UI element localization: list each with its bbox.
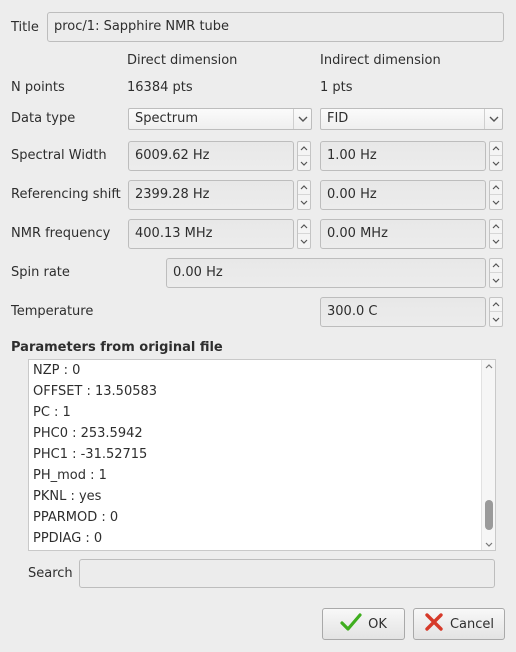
nmr-frequency-direct-input[interactable]: 400.13 MHz — [128, 219, 294, 249]
temperature-spinner[interactable] — [489, 297, 503, 327]
spin-down-icon[interactable] — [298, 156, 310, 170]
nmr-frequency-indirect-input[interactable]: 0.00 MHz — [320, 219, 486, 249]
temperature-input[interactable]: 300.0 C — [320, 297, 486, 327]
parameters-scrollbar[interactable] — [481, 360, 495, 550]
spin-up-icon[interactable] — [490, 181, 502, 195]
spin-up-icon[interactable] — [490, 142, 502, 156]
search-input[interactable] — [79, 559, 495, 588]
datatype-direct-select[interactable]: Spectrum — [128, 108, 312, 130]
ok-button[interactable]: OK — [322, 608, 405, 640]
spectral-width-direct-spinner[interactable] — [297, 141, 311, 171]
search-label: Search — [28, 566, 73, 581]
spin-up-icon[interactable] — [298, 181, 310, 195]
cancel-button-label: Cancel — [449, 616, 495, 632]
spin-up-icon[interactable] — [490, 220, 502, 234]
npoints-direct-value: 16384 pts — [127, 80, 193, 95]
npoints-indirect-value: 1 pts — [320, 80, 353, 95]
cross-icon — [424, 612, 444, 636]
spin-down-icon[interactable] — [298, 234, 310, 248]
check-icon — [340, 612, 362, 636]
spin-down-icon[interactable] — [490, 312, 502, 326]
list-item[interactable]: PHC0 : 253.5942 — [29, 423, 495, 444]
chevron-down-icon[interactable] — [484, 109, 502, 129]
parameters-list-items: NZP : 0 OFFSET : 13.50583 PC : 1 PHC0 : … — [29, 360, 495, 549]
referencing-shift-indirect-spinner[interactable] — [489, 180, 503, 210]
title-label: Title — [11, 20, 39, 35]
datatype-label: Data type — [11, 111, 76, 126]
spectral-width-indirect-input[interactable]: 1.00 Hz — [320, 141, 486, 171]
list-item[interactable]: PKNL : yes — [29, 486, 495, 507]
scroll-down-icon[interactable] — [482, 538, 495, 550]
scroll-up-icon[interactable] — [482, 360, 495, 372]
spin-up-icon[interactable] — [298, 142, 310, 156]
temperature-label: Temperature — [11, 304, 94, 319]
npoints-label: N points — [11, 80, 65, 95]
nmr-frequency-label: NMR frequency — [11, 226, 111, 241]
spin-down-icon[interactable] — [490, 273, 502, 287]
cancel-button[interactable]: Cancel — [413, 608, 505, 640]
spin-down-icon[interactable] — [490, 195, 502, 209]
direct-dimension-header: Direct dimension — [127, 53, 238, 68]
datatype-indirect-select[interactable]: FID — [320, 108, 503, 130]
referencing-shift-indirect-input[interactable]: 0.00 Hz — [320, 180, 486, 210]
spectral-width-indirect-spinner[interactable] — [489, 141, 503, 171]
list-item[interactable]: NZP : 0 — [29, 360, 495, 381]
ok-button-label: OK — [368, 616, 387, 632]
nmr-frequency-indirect-spinner[interactable] — [489, 219, 503, 249]
spin-down-icon[interactable] — [298, 195, 310, 209]
title-input[interactable]: proc/1: Sapphire NMR tube — [47, 12, 504, 42]
list-item[interactable]: PC : 1 — [29, 402, 495, 423]
nmr-frequency-direct-spinner[interactable] — [297, 219, 311, 249]
spin-up-icon[interactable] — [490, 259, 502, 273]
list-item[interactable]: PPARMOD : 0 — [29, 507, 495, 528]
spin-rate-spinner[interactable] — [489, 258, 503, 288]
datatype-direct-value: Spectrum — [135, 111, 198, 126]
list-item[interactable]: PH_mod : 1 — [29, 465, 495, 486]
parameters-heading: Parameters from original file — [11, 340, 223, 355]
chevron-down-icon[interactable] — [293, 109, 311, 129]
spectral-width-direct-input[interactable]: 6009.62 Hz — [128, 141, 294, 171]
referencing-shift-label: Referencing shift — [11, 187, 121, 202]
scroll-thumb[interactable] — [485, 500, 493, 530]
list-item[interactable]: OFFSET : 13.50583 — [29, 381, 495, 402]
spin-down-icon[interactable] — [490, 156, 502, 170]
datatype-indirect-value: FID — [327, 111, 349, 126]
parameters-list[interactable]: NZP : 0 OFFSET : 13.50583 PC : 1 PHC0 : … — [28, 359, 496, 551]
spectral-width-label: Spectral Width — [11, 148, 107, 163]
spin-rate-label: Spin rate — [11, 265, 70, 280]
indirect-dimension-header: Indirect dimension — [320, 53, 441, 68]
spin-up-icon[interactable] — [298, 220, 310, 234]
spin-down-icon[interactable] — [490, 234, 502, 248]
list-item[interactable]: PPDIAG : 0 — [29, 528, 495, 549]
list-item[interactable]: PHC1 : -31.52715 — [29, 444, 495, 465]
referencing-shift-direct-input[interactable]: 2399.28 Hz — [128, 180, 294, 210]
spin-up-icon[interactable] — [490, 298, 502, 312]
referencing-shift-direct-spinner[interactable] — [297, 180, 311, 210]
spin-rate-input[interactable]: 0.00 Hz — [166, 258, 486, 288]
